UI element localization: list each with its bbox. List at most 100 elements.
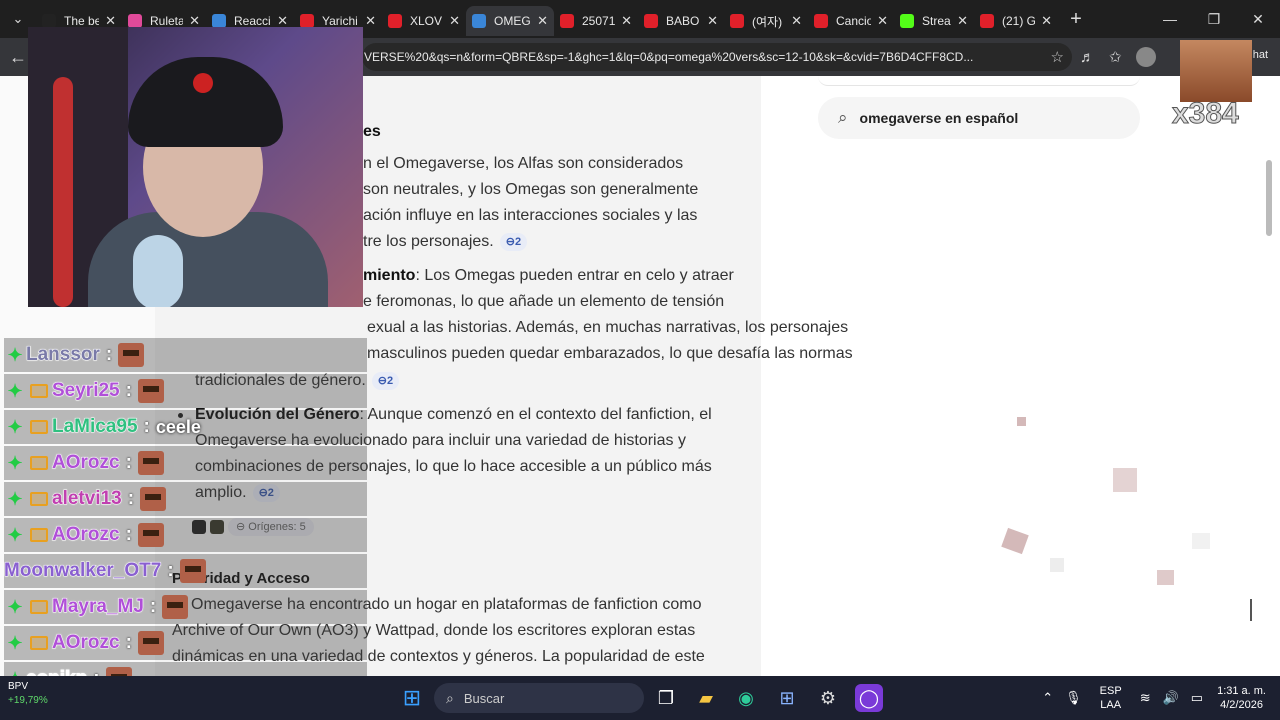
browser-tab[interactable]: (여자) ✕ — [724, 6, 808, 36]
sidebar-panel — [761, 76, 1280, 676]
confetti-piece — [1017, 417, 1026, 426]
stock-widget[interactable]: BPV +19,79% — [8, 680, 48, 708]
chat-separator: : — [105, 344, 113, 365]
search-icon: ⌕ — [446, 689, 454, 706]
taskbar-search[interactable]: ⌕ Buscar — [434, 683, 644, 713]
scrollbar-thumb[interactable] — [1266, 160, 1272, 236]
tab-title: (여자) — [752, 14, 783, 29]
related-search-text: omegaverse en español — [859, 110, 1019, 126]
tab-close-icon[interactable]: ✕ — [1041, 13, 1052, 29]
chat-emote — [140, 487, 167, 511]
text-line: son neutrales, y los Omegas son generalm… — [363, 181, 699, 198]
chat-emote — [179, 559, 206, 583]
browser-tab[interactable]: 25071 ✕ — [554, 6, 638, 36]
browser-tab[interactable]: BABO ✕ — [638, 6, 724, 36]
tab-favicon-icon — [814, 14, 828, 28]
wifi-icon[interactable]: ≋ — [1140, 690, 1151, 706]
tab-title: Reacci — [234, 14, 271, 28]
browser-tab[interactable]: Cancio ✕ — [808, 6, 894, 36]
chat-message: ✦ aletvi13: — [4, 482, 367, 516]
crown-badge-icon — [30, 420, 48, 434]
webcam-cap — [128, 57, 283, 147]
browser-tab[interactable]: Stream ✕ — [894, 6, 974, 36]
tab-favicon-icon — [472, 14, 486, 28]
badge-icon: ✦ — [7, 416, 23, 437]
stock-name: BPV — [8, 681, 29, 692]
badge-icon: ✦ — [7, 632, 23, 653]
chat-username[interactable]: Seyri25 — [52, 380, 121, 402]
chat-username[interactable]: aletvi13 — [52, 488, 123, 510]
chat-separator: : — [143, 416, 150, 437]
window-controls: — ❐ ✕ — [1148, 0, 1280, 38]
citation-badge[interactable]: ⊖ 2 — [371, 371, 400, 390]
browser-tab[interactable]: OMEG ✕ — [466, 6, 554, 36]
bookmark-star-icon[interactable]: ☆ — [1051, 48, 1064, 66]
obs-app-icon[interactable]: ◯ — [855, 684, 883, 712]
chat-separator: : — [127, 488, 135, 509]
text-line: n el Omegaverse, los Alfas son considera… — [363, 155, 684, 172]
tab-close-icon[interactable]: ✕ — [449, 13, 460, 29]
tab-title: 25071 — [582, 14, 616, 28]
chat-username[interactable]: AOrozc — [52, 632, 121, 654]
tab-close-icon[interactable]: ✕ — [707, 13, 718, 29]
tray-chevron-icon[interactable]: ⌃ — [1042, 690, 1053, 706]
favorites-icon[interactable]: ✩ — [1109, 48, 1122, 66]
windows-start-icon[interactable]: ⊞ — [398, 684, 426, 712]
badge-icon: ✦ — [7, 452, 23, 473]
tab-close-icon[interactable]: ✕ — [877, 13, 888, 29]
tab-close-icon[interactable]: ✕ — [957, 13, 968, 29]
chat-emote — [137, 631, 164, 655]
related-search-pill[interactable]: ⌕ omegaverse en español — [818, 97, 1140, 139]
read-aloud-icon[interactable]: ♬ — [1080, 49, 1095, 66]
sidebar-card-edge — [818, 76, 1140, 86]
tab-close-icon[interactable]: ✕ — [365, 13, 376, 29]
tab-favicon-icon — [300, 14, 314, 28]
chat-username[interactable]: AOrozc — [52, 452, 121, 474]
task-view-icon[interactable]: ❐ — [652, 684, 680, 712]
edge-browser-icon[interactable]: ◉ — [732, 684, 760, 712]
microphone-icon[interactable]: 🎙 — [1065, 690, 1082, 706]
settings-icon[interactable]: ⚙ — [814, 684, 842, 712]
chat-emote — [137, 379, 164, 403]
chat-message: ✦ Mayra_MJ: — [4, 590, 367, 624]
address-bar[interactable]: VERSE%20&qs=n&form=QBRE&sp=-1&ghc=1&lq=0… — [362, 43, 1072, 71]
tab-title: Cancio — [836, 14, 872, 28]
url-text: VERSE%20&qs=n&form=QBRE&sp=-1&ghc=1&lq=0… — [364, 50, 974, 64]
chat-emote — [137, 451, 164, 475]
citation-badge[interactable]: ⊖ 2 — [499, 232, 528, 251]
chat-username[interactable]: Mayra_MJ — [52, 596, 145, 618]
store-icon[interactable]: ⊞ — [773, 684, 801, 712]
minimize-icon[interactable]: — — [1148, 0, 1192, 38]
chat-username[interactable]: Lanssor — [26, 344, 101, 366]
tab-favicon-icon — [128, 14, 142, 28]
clock[interactable]: 1:31 a. m. 4/2/2026 — [1217, 684, 1266, 712]
chat-username[interactable]: Moonwalker_OT7 — [3, 560, 161, 582]
browser-tab[interactable]: XLOV ✕ — [382, 6, 466, 36]
tab-title: The be — [64, 14, 100, 28]
chat-message: Moonwalker_OT7: — [3, 554, 367, 588]
chat-emote — [118, 343, 145, 367]
windows-taskbar: BPV +19,79% ⊞ ⌕ Buscar ❐ ▰ ◉ ⊞ ⚙ ◯ ⌃ 🎙 E… — [0, 676, 1280, 720]
tab-title: (21) G — [1002, 14, 1036, 28]
profile-avatar[interactable] — [1135, 47, 1156, 67]
new-tab-button[interactable]: + — [1058, 8, 1094, 31]
webcam-feed — [28, 27, 363, 307]
tab-close-icon[interactable]: ✕ — [621, 13, 632, 29]
chat-username[interactable]: LaMica95 — [52, 416, 139, 438]
restore-icon[interactable]: ❐ — [1192, 0, 1236, 38]
file-explorer-icon[interactable]: ▰ — [692, 684, 720, 712]
badge-icon: ✦ — [7, 380, 23, 401]
tab-title: BABO — [666, 14, 700, 28]
chat-label[interactable]: hat — [1253, 49, 1268, 61]
close-window-icon[interactable]: ✕ — [1236, 0, 1280, 38]
volume-icon[interactable]: 🔊 — [1163, 690, 1179, 706]
stock-change: +19,79% — [8, 695, 48, 706]
confetti-piece — [1157, 570, 1174, 585]
tab-close-icon[interactable]: ✕ — [537, 13, 548, 29]
language-indicator[interactable]: ESP LAA — [1100, 684, 1122, 712]
browser-tab[interactable]: (21) G ✕ — [974, 6, 1058, 36]
battery-icon[interactable]: ▭ — [1191, 690, 1203, 706]
chat-username[interactable]: AOrozc — [52, 524, 121, 546]
tab-favicon-icon — [980, 14, 994, 28]
tab-close-icon[interactable]: ✕ — [791, 13, 802, 29]
